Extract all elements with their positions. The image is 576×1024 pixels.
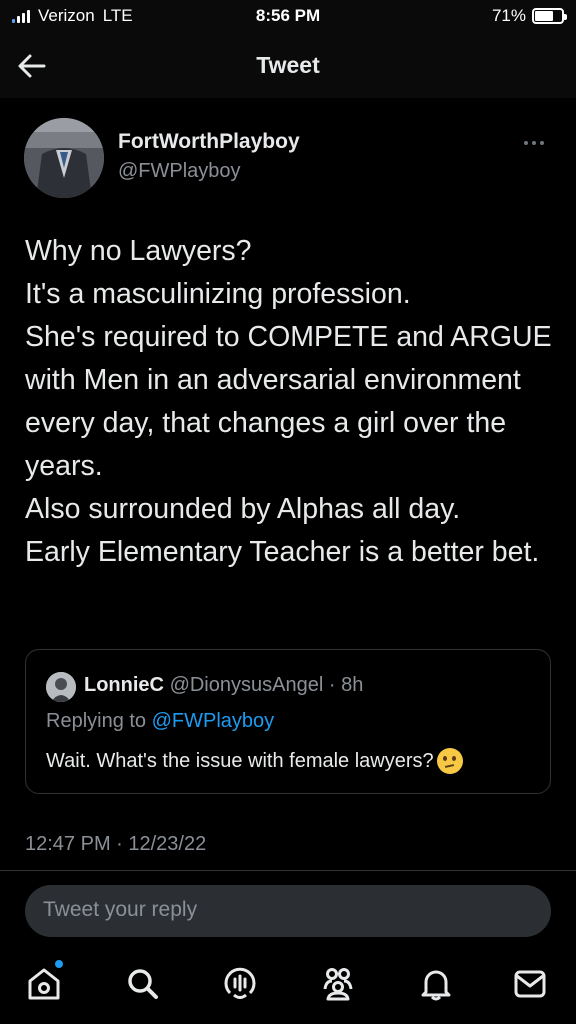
reply-box[interactable] bbox=[25, 885, 551, 937]
thinking-face-icon bbox=[436, 748, 463, 774]
quoted-header: LonnieC @DionysusAngel · 8h bbox=[84, 674, 363, 697]
status-bar: Verizon LTE 8:56 PM 71% bbox=[0, 0, 576, 34]
status-time: 8:56 PM bbox=[255, 6, 321, 25]
replying-to-line: Replying to @FWPlayboy bbox=[46, 710, 274, 733]
nav-messages[interactable] bbox=[510, 963, 550, 1003]
quoted-text-content: Wait. What's the issue with female lawye… bbox=[46, 749, 434, 772]
author-handle[interactable]: @FWPlayboy bbox=[118, 160, 241, 183]
bottom-nav bbox=[0, 945, 576, 1024]
nav-communities[interactable] bbox=[318, 963, 358, 1003]
more-options-icon[interactable] bbox=[524, 136, 552, 150]
battery-percent: 71% bbox=[491, 6, 526, 25]
nav-notifications[interactable] bbox=[416, 963, 456, 1003]
quoted-separator: · bbox=[328, 674, 336, 696]
reply-input[interactable] bbox=[43, 898, 523, 922]
author-name[interactable]: FortWorthPlayboy bbox=[118, 130, 300, 154]
messages-icon bbox=[514, 970, 546, 998]
status-right: 71% bbox=[491, 6, 567, 26]
divider bbox=[0, 870, 576, 871]
header: Tweet bbox=[0, 34, 576, 98]
nav-home[interactable] bbox=[24, 960, 64, 1003]
quoted-author-avatar bbox=[46, 672, 76, 702]
quoted-tweet-card[interactable]: LonnieC @DionysusAngel · 8h Replying to … bbox=[25, 649, 551, 794]
spaces-icon bbox=[224, 967, 256, 999]
quoted-time: 8h bbox=[341, 674, 364, 696]
battery-icon bbox=[532, 8, 567, 24]
author-avatar[interactable] bbox=[24, 118, 104, 198]
battery-fill bbox=[535, 11, 554, 21]
replying-to-prefix: Replying to bbox=[46, 710, 147, 732]
quoted-tweet-text: Wait. What's the issue with female lawye… bbox=[46, 748, 463, 774]
communities-icon bbox=[323, 968, 353, 1001]
tweet-timestamp: 12:47 PM · 12/23/22 bbox=[25, 833, 207, 855]
replying-to-handle[interactable]: @FWPlayboy bbox=[152, 710, 275, 732]
tweet-text: Why no Lawyers? It's a masculinizing pro… bbox=[25, 235, 552, 568]
avatar-image bbox=[24, 118, 104, 198]
page-title: Tweet bbox=[256, 52, 320, 78]
search-icon bbox=[128, 969, 158, 999]
home-notification-dot bbox=[55, 960, 63, 968]
nav-spaces[interactable] bbox=[220, 963, 260, 1003]
quoted-author-name: LonnieC bbox=[84, 674, 164, 696]
quoted-author-handle: @DionysusAngel bbox=[169, 674, 324, 696]
home-icon bbox=[28, 968, 60, 1000]
notifications-icon bbox=[421, 970, 451, 1001]
quoted-avatar-image bbox=[46, 672, 76, 702]
nav-search[interactable] bbox=[122, 963, 162, 1003]
